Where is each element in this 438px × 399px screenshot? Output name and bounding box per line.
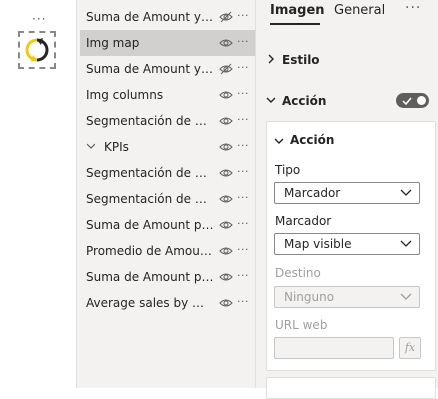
chevron-down-icon <box>266 97 276 103</box>
hidden-eye-icon[interactable] <box>219 63 233 75</box>
eye-icon[interactable] <box>219 37 233 49</box>
chevron-down-icon[interactable] <box>87 142 95 150</box>
fx-button[interactable]: fx <box>399 337 421 359</box>
tipo-value: Marcador <box>284 186 341 200</box>
marcador-dropdown[interactable]: Map visible <box>274 233 420 255</box>
active-tab-indicator <box>270 23 320 25</box>
destino-label: Destino <box>275 266 321 280</box>
eye-icon[interactable] <box>219 245 233 257</box>
more-options-icon[interactable]: ··· <box>237 113 251 127</box>
eye-icon[interactable] <box>219 297 233 309</box>
url-web-input[interactable] <box>274 337 394 359</box>
selection-item-label: Suma de Amount por ... <box>86 270 214 284</box>
more-options-icon[interactable]: ··· <box>237 295 251 309</box>
selection-item-label: Average sales by mari... <box>86 296 214 310</box>
selection-item[interactable]: Segmentación de datos ··· <box>80 186 255 212</box>
more-options-icon[interactable]: ··· <box>237 9 251 23</box>
more-options-icon[interactable]: ··· <box>237 35 251 49</box>
selection-item-label: Suma de Amount y Su... <box>86 62 214 76</box>
destino-value: Ninguno <box>284 290 335 304</box>
more-options-icon[interactable]: ··· <box>237 269 251 283</box>
selection-item-label: Suma de Amount por ... <box>86 218 214 232</box>
eye-icon[interactable] <box>219 219 233 231</box>
tab-imagen[interactable]: Imagen <box>270 3 325 18</box>
selection-item-label: Img map <box>86 36 140 50</box>
section-estilo-label: Estilo <box>282 53 320 67</box>
selection-item[interactable]: Suma de Amount por ... ··· <box>80 264 255 290</box>
more-options-icon[interactable]: ··· <box>32 12 46 26</box>
section-accion-label: Acción <box>282 94 327 108</box>
more-options-icon[interactable]: ··· <box>237 191 251 205</box>
more-options-icon[interactable]: ··· <box>237 217 251 231</box>
eye-icon[interactable] <box>219 167 233 179</box>
chevron-down-icon <box>400 240 412 247</box>
check-icon <box>402 97 412 105</box>
action-card-header[interactable]: Acción <box>274 133 424 149</box>
visual-strip: ··· <box>0 0 77 388</box>
action-card-title: Acción <box>290 133 335 147</box>
eye-icon[interactable] <box>219 115 233 127</box>
chevron-down-icon <box>274 138 284 144</box>
selection-item[interactable]: Segmentación de datos ··· <box>80 160 255 186</box>
selection-item[interactable]: Promedio de Amount ... ··· <box>80 238 255 264</box>
bookmark-refresh-icon[interactable] <box>18 31 56 69</box>
format-pane: Imagen General ··· Estilo Acción Acción … <box>256 0 438 399</box>
eye-icon[interactable] <box>219 89 233 101</box>
selection-item-label: Segmentación de datos <box>86 166 214 180</box>
action-card: Acción Tipo Marcador Marcador Map visibl… <box>266 121 436 371</box>
eye-icon[interactable] <box>219 271 233 283</box>
selection-item[interactable]: Img columns ··· <box>80 82 255 108</box>
eye-icon[interactable] <box>219 141 233 153</box>
selection-item-label: Segmentación de datos <box>86 114 214 128</box>
selection-item-label: Segmentación de datos <box>86 192 214 206</box>
action-toggle[interactable] <box>396 93 429 108</box>
selection-item[interactable]: Segmentación de datos ··· <box>80 108 255 134</box>
url-web-label: URL web <box>275 318 328 332</box>
chevron-down-icon <box>400 293 412 300</box>
selection-pane: Suma de Amount y Su... ··· Img map ··· S… <box>77 0 256 388</box>
marcador-value: Map visible <box>284 237 352 251</box>
selection-item[interactable]: Img map ··· <box>80 30 255 56</box>
selection-item-label: Promedio de Amount ... <box>86 244 214 258</box>
hidden-eye-icon[interactable] <box>219 11 233 23</box>
tipo-label: Tipo <box>275 163 301 177</box>
selection-group[interactable]: KPIs ··· <box>80 134 255 160</box>
selection-item[interactable]: Suma de Amount por ... ··· <box>80 212 255 238</box>
more-options-icon[interactable]: ··· <box>405 0 421 16</box>
destino-dropdown[interactable]: Ninguno <box>274 286 420 308</box>
more-options-icon[interactable]: ··· <box>237 87 251 101</box>
selection-item-label: Img columns <box>86 88 164 102</box>
marcador-label: Marcador <box>275 214 332 228</box>
selection-item[interactable]: Average sales by mari... ··· <box>80 290 255 316</box>
more-options-icon[interactable]: ··· <box>237 139 251 153</box>
section-estilo[interactable]: Estilo <box>266 49 436 71</box>
chevron-right-icon <box>268 54 274 64</box>
more-options-icon[interactable]: ··· <box>237 61 251 75</box>
selection-item-label: Suma de Amount y Su... <box>86 10 214 24</box>
tipo-dropdown[interactable]: Marcador <box>274 182 420 204</box>
next-card <box>266 377 436 399</box>
toggle-knob <box>417 96 426 105</box>
more-options-icon[interactable]: ··· <box>237 165 251 179</box>
selection-item[interactable]: Suma de Amount y Su... ··· <box>80 56 255 82</box>
selection-item[interactable]: Suma de Amount y Su... ··· <box>80 4 255 30</box>
chevron-down-icon <box>400 189 412 196</box>
selection-group-label: KPIs <box>104 140 129 154</box>
eye-icon[interactable] <box>219 193 233 205</box>
tab-general[interactable]: General <box>334 3 385 18</box>
more-options-icon[interactable]: ··· <box>237 243 251 257</box>
